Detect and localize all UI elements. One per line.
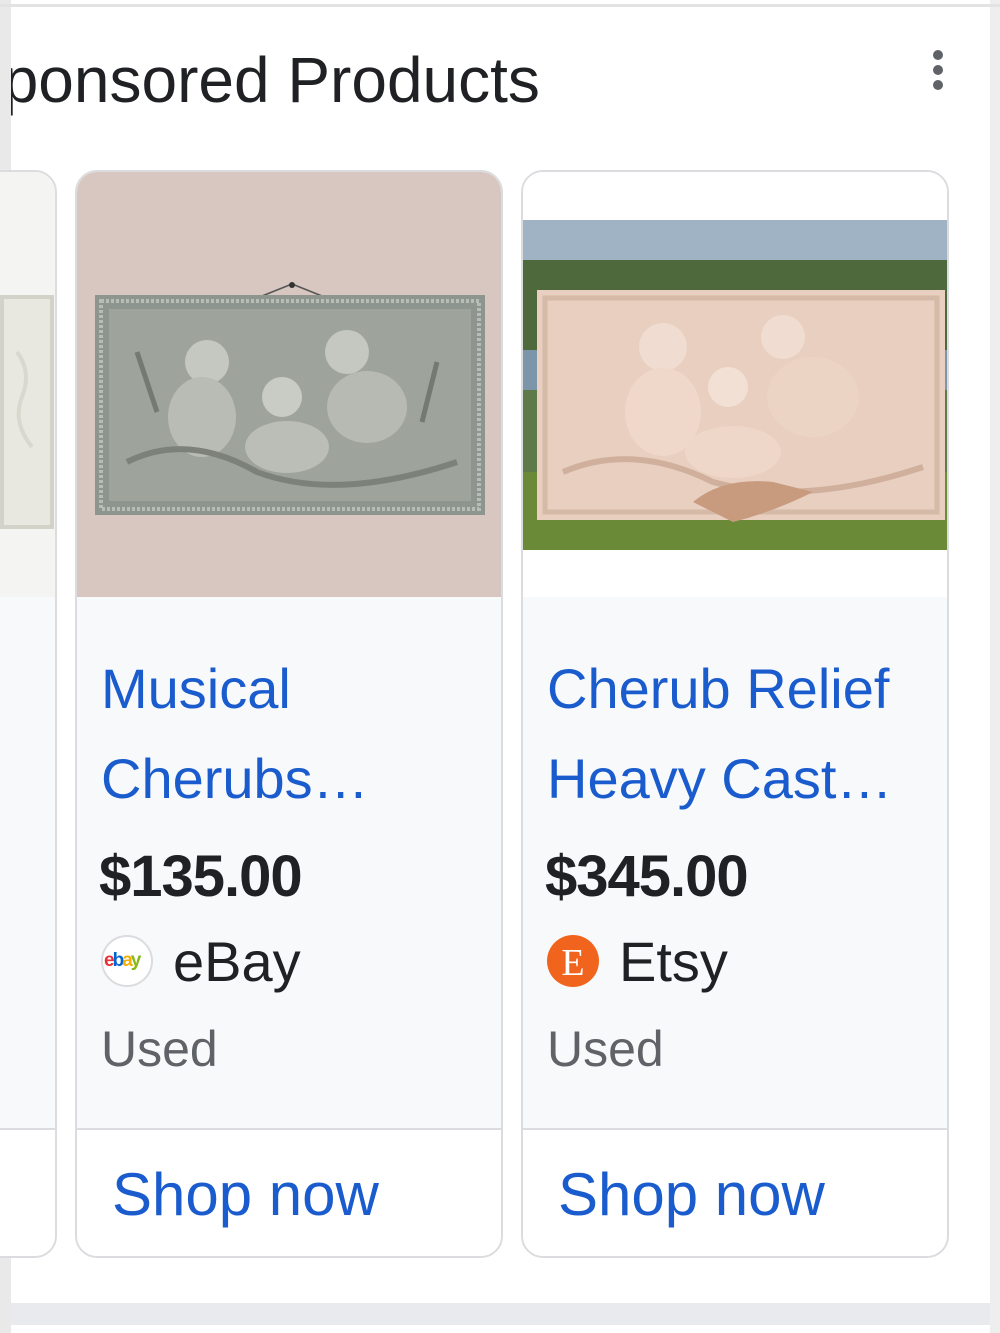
product-card[interactable]: Musical Cherubs… $135.00 ebay eBay Used … xyxy=(75,170,503,1258)
right-edge xyxy=(990,0,1000,1333)
product-condition: Used xyxy=(547,1021,664,1077)
product-card[interactable]: Cherub Relief Heavy Cast… $345.00 E Etsy… xyxy=(521,170,949,1258)
product-card-partial[interactable] xyxy=(0,170,57,1258)
product-price: $345.00 xyxy=(545,844,749,909)
product-image xyxy=(77,172,501,597)
product-image xyxy=(523,172,947,597)
top-divider xyxy=(0,4,1000,7)
bottom-divider xyxy=(11,1303,990,1325)
product-title[interactable]: Musical Cherubs… xyxy=(101,644,481,824)
merchant-name: Etsy xyxy=(619,930,728,993)
product-condition: Used xyxy=(101,1021,218,1077)
etsy-logo-icon: E xyxy=(547,935,599,987)
product-title[interactable]: Cherub Relief Heavy Cast… xyxy=(547,644,927,824)
shop-now-button[interactable]: Shop now xyxy=(558,1160,825,1230)
ebay-logo-icon: ebay xyxy=(101,935,153,987)
product-image xyxy=(0,172,55,597)
shop-now-button[interactable]: Shop now xyxy=(112,1160,379,1230)
product-price: $135.00 xyxy=(99,844,303,909)
section-title: Sponsored Products xyxy=(0,44,540,116)
merchant-name: eBay xyxy=(173,930,301,993)
more-vert-icon[interactable] xyxy=(930,50,946,90)
